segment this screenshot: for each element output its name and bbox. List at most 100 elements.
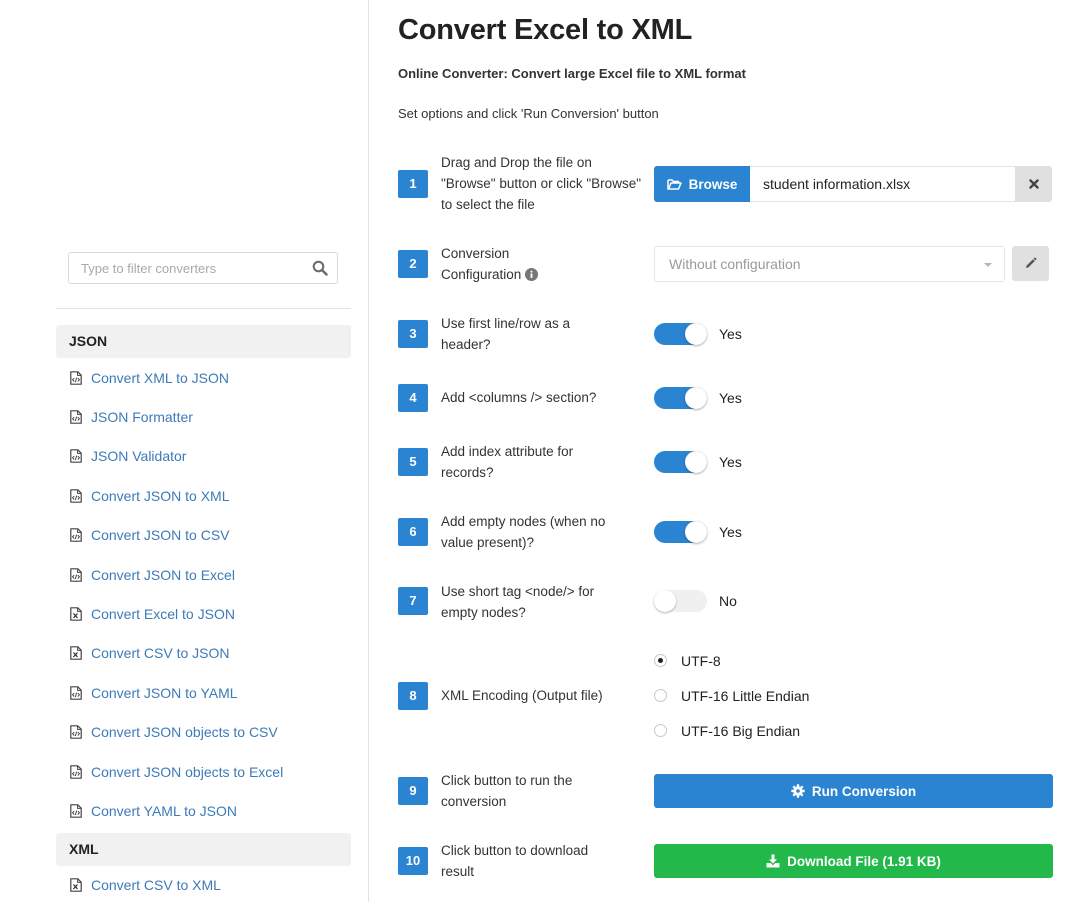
sidebar-item[interactable]: Convert CSV to XML: [56, 866, 351, 905]
radio-button[interactable]: [654, 654, 667, 667]
step-label: XML Encoding (Output file): [441, 688, 603, 703]
radio-label: UTF-16 Little Endian: [681, 687, 810, 704]
download-file-button[interactable]: Download File (1.91 KB): [654, 844, 1053, 878]
step-badge: 6: [398, 518, 428, 546]
step-badge: 1: [398, 170, 428, 198]
sidebar-item[interactable]: JSON Validator: [56, 437, 351, 476]
step-badge: 8: [398, 682, 428, 710]
file-input-group: Browse student information.xlsx: [654, 166, 1052, 202]
encoding-option-utf16be[interactable]: UTF-16 Big Endian: [654, 713, 809, 748]
toggle-state-text: Yes: [719, 454, 742, 470]
close-icon: [1028, 179, 1039, 189]
step-label: Click button to run the conversion: [441, 773, 573, 809]
step-label: Add empty nodes (when no value present)?: [441, 514, 606, 550]
sidebar-item-label: JSON Validator: [91, 448, 187, 465]
step-badge: 2: [398, 250, 428, 278]
sidebar-item[interactable]: Convert CSV to JSON: [56, 634, 351, 673]
file-code-icon: [70, 725, 82, 740]
filter-converters-input[interactable]: [69, 253, 299, 283]
header-row-toggle[interactable]: [654, 323, 707, 345]
pencil-icon: [1026, 257, 1037, 268]
sidebar-item[interactable]: Convert XML to JSON: [56, 358, 351, 397]
radio-button[interactable]: [654, 689, 667, 702]
step-label: Conversion Configuration: [441, 243, 561, 285]
sidebar: JSON Convert XML to JSON JSON Formatter JS…: [0, 0, 369, 902]
file-code-icon: [70, 567, 82, 582]
browse-button-label: Browse: [688, 176, 738, 192]
step-badge: 9: [398, 777, 428, 805]
clear-file-button[interactable]: [1015, 166, 1052, 202]
nav-group-xml: XML: [56, 832, 351, 866]
toggle-state-text: Yes: [719, 524, 742, 540]
file-code-icon: [70, 528, 82, 543]
sidebar-item[interactable]: Convert JSON to CSV: [56, 516, 351, 555]
configuration-select-value: Without configuration: [669, 256, 801, 272]
nav-group-json: JSON: [56, 325, 351, 358]
chevron-down-icon: [984, 263, 992, 267]
toggle-state-text: Yes: [719, 326, 742, 342]
sidebar-item-label: Convert JSON to CSV: [91, 527, 230, 544]
step-label: Add index attribute for records?: [441, 444, 574, 480]
step-label: Use short tag <node/> for empty nodes?: [441, 584, 595, 620]
download-icon: [766, 854, 780, 868]
page-subtitle: Online Converter: Convert large Excel fi…: [398, 66, 746, 81]
info-icon[interactable]: [525, 268, 539, 281]
short-tag-toggle[interactable]: [654, 590, 707, 612]
file-code-icon: [70, 449, 82, 464]
sidebar-item[interactable]: Convert JSON to XML: [56, 476, 351, 515]
sidebar-item[interactable]: Convert JSON to YAML: [56, 673, 351, 712]
toggle-state-text: No: [719, 593, 737, 609]
search-icon[interactable]: [312, 260, 328, 276]
file-code-icon: [70, 686, 82, 700]
step-badge: 10: [398, 847, 428, 875]
edit-configuration-button[interactable]: [1012, 246, 1049, 281]
sidebar-item[interactable]: Convert Excel to JSON: [56, 594, 351, 633]
sidebar-item-label: Convert CSV to JSON: [91, 645, 230, 662]
step-badge: 3: [398, 320, 428, 348]
file-code-icon: [70, 489, 82, 503]
sidebar-item[interactable]: Convert JSON to Excel: [56, 555, 351, 594]
sidebar-item-label: Convert CSV to XML: [91, 877, 221, 894]
sidebar-item[interactable]: Convert JSON objects to Excel: [56, 752, 351, 791]
sidebar-item-label: Convert JSON to Excel: [91, 566, 235, 583]
gear-icon: [791, 784, 805, 798]
radio-label: UTF-8: [681, 652, 721, 669]
step-label: Add <columns /> section?: [441, 390, 597, 405]
download-file-label: Download File (1.91 KB): [787, 853, 941, 869]
step-badge: 4: [398, 384, 428, 412]
folder-open-icon: [666, 179, 682, 190]
run-conversion-button[interactable]: Run Conversion: [654, 774, 1053, 808]
sidebar-item-label: Convert YAML to JSON: [91, 802, 238, 819]
encoding-option-utf16le[interactable]: UTF-16 Little Endian: [654, 678, 809, 713]
radio-label: UTF-16 Big Endian: [681, 722, 801, 739]
step-label: Click button to download result: [441, 843, 589, 879]
step-label: Use first line/row as a header?: [441, 316, 571, 352]
sidebar-item[interactable]: Convert YAML to JSON: [56, 791, 351, 830]
converter-nav: JSON Convert XML to JSON JSON Formatter JS…: [56, 325, 351, 905]
sidebar-divider: [56, 308, 351, 309]
sidebar-item[interactable]: JSON Formatter: [56, 397, 351, 436]
sidebar-item-label: JSON Formatter: [91, 409, 193, 426]
encoding-radio-group: UTF-8 UTF-16 Little Endian UTF-16 Big En…: [654, 643, 809, 748]
file-excel-icon: [70, 878, 82, 893]
empty-nodes-toggle[interactable]: [654, 521, 707, 543]
radio-button[interactable]: [654, 724, 667, 737]
file-excel-icon: [70, 646, 82, 661]
step-badge: 5: [398, 448, 428, 476]
sidebar-item-label: Convert XML to JSON: [91, 369, 229, 386]
sidebar-item-label: Convert JSON objects to CSV: [91, 724, 278, 741]
file-code-icon: [70, 804, 82, 818]
index-attribute-toggle[interactable]: [654, 451, 707, 473]
filter-search-box[interactable]: [68, 252, 338, 284]
sidebar-item[interactable]: Convert JSON objects to CSV: [56, 713, 351, 752]
sidebar-item-label: Convert JSON to YAML: [91, 684, 238, 701]
step-badge: 7: [398, 587, 428, 615]
file-excel-icon: [70, 607, 82, 621]
step-label: Drag and Drop the file on "Browse" butto…: [441, 155, 641, 212]
columns-section-toggle[interactable]: [654, 387, 707, 409]
encoding-option-utf8[interactable]: UTF-8: [654, 643, 809, 678]
configuration-select[interactable]: Without configuration: [654, 246, 1005, 282]
step-label-text: Conversion Configuration: [441, 246, 522, 282]
selected-file-name[interactable]: student information.xlsx: [750, 166, 1015, 202]
browse-button[interactable]: Browse: [654, 166, 750, 202]
